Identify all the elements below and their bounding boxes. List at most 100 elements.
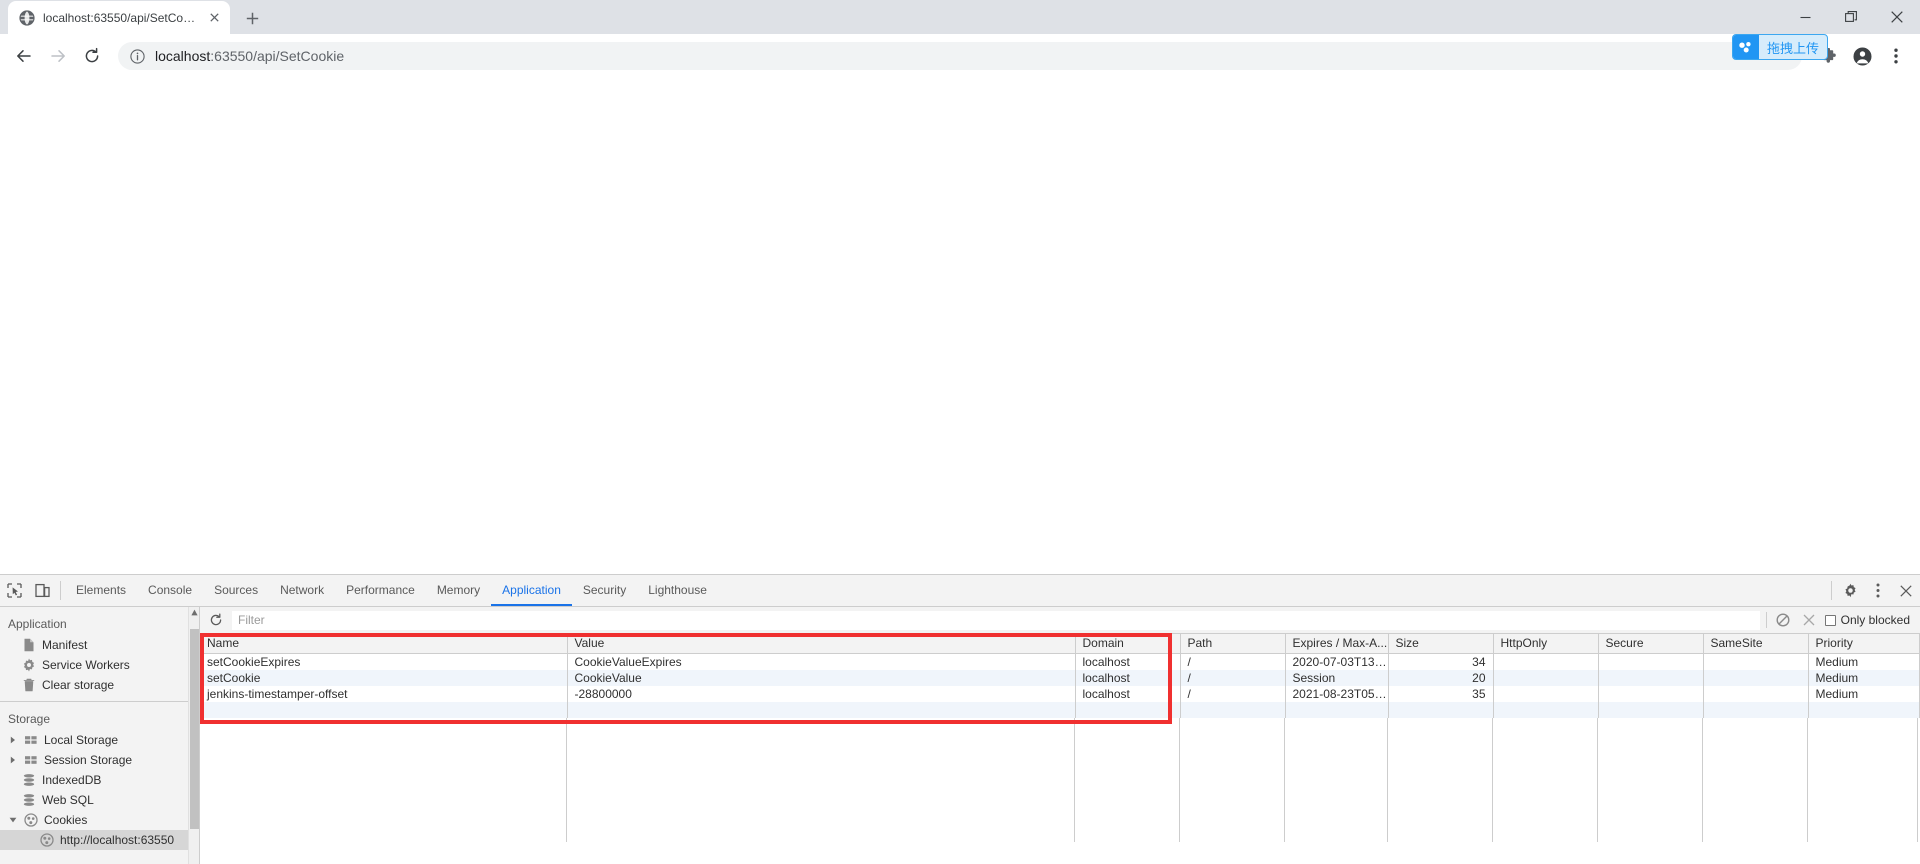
window-minimize-button[interactable] (1782, 0, 1828, 34)
cell-httponly (1493, 669, 1599, 686)
url-path: :63550/api/SetCookie (210, 48, 345, 64)
cell-secure (1598, 653, 1704, 670)
column-header-priority[interactable]: Priority (1808, 634, 1920, 654)
table-row[interactable]: jenkins-timestamper-offset -28800000 loc… (200, 685, 1920, 702)
restore-icon (1845, 11, 1857, 22)
sidebar-item-label: IndexedDB (42, 773, 102, 787)
column-header-name[interactable]: Name (200, 634, 568, 654)
sidebar-item-local-storage[interactable]: Local Storage (0, 730, 188, 750)
devtools-tab-sources[interactable]: Sources (203, 575, 269, 606)
sidebar-divider (0, 701, 188, 702)
refresh-button[interactable] (206, 610, 226, 630)
toolbar-divider (60, 581, 61, 600)
devtools-settings-button[interactable] (1836, 575, 1864, 606)
browser-menu-button[interactable] (1880, 40, 1912, 72)
table-row[interactable]: setCookie CookieValue localhost / Sessio… (200, 669, 1920, 686)
kebab-menu-icon (1894, 48, 1898, 64)
column-header-domain[interactable]: Domain (1075, 634, 1181, 654)
column-header-size[interactable]: Size (1388, 634, 1494, 654)
devtools-tab-network[interactable]: Network (269, 575, 335, 606)
cell-name: setCookieExpires (200, 653, 568, 670)
devtools-tab-lighthouse[interactable]: Lighthouse (637, 575, 718, 606)
forward-button[interactable] (42, 40, 74, 72)
cookies-filter-input[interactable] (232, 610, 1760, 630)
cookies-pane: Only blocked Name Value (200, 607, 1920, 864)
column-header-httponly[interactable]: HttpOnly (1493, 634, 1599, 654)
sidebar-item-session-storage[interactable]: Session Storage (0, 750, 188, 770)
sidebar-item-cookie-origin[interactable]: http://localhost:63550 (0, 830, 188, 850)
sidebar-item-manifest[interactable]: Manifest (0, 635, 188, 655)
cell-path: / (1180, 653, 1286, 670)
profile-button[interactable] (1846, 40, 1878, 72)
devtools-tab-security[interactable]: Security (572, 575, 637, 606)
checkbox-box[interactable] (1824, 614, 1836, 626)
scroll-up-arrow-icon[interactable] (191, 609, 198, 616)
devtools-tab-bar: Elements Console Sources Network Perform… (0, 575, 1920, 607)
devtools-body: Application Manifest Service Workers Cle… (0, 607, 1920, 864)
tab-label: Elements (76, 582, 127, 597)
devtools-close-button[interactable] (1892, 575, 1920, 606)
devtools-more-button[interactable] (1864, 575, 1892, 606)
devtools-tab-elements[interactable]: Elements (65, 575, 137, 606)
address-bar[interactable]: localhost:63550/api/SetCookie (118, 42, 1802, 70)
chevron-right-icon[interactable] (8, 736, 18, 744)
cell-name: jenkins-timestamper-offset (200, 685, 568, 702)
browser-tab[interactable]: localhost:63550/api/SetCookie (8, 1, 230, 34)
sidebar-item-clear-storage[interactable]: Clear storage (0, 675, 188, 695)
cell-size: 34 (1388, 653, 1494, 670)
plus-icon (246, 12, 258, 24)
column-header-value[interactable]: Value (567, 634, 1076, 654)
delete-selected-cookie-button[interactable] (1799, 610, 1819, 630)
cell-secure (1598, 685, 1704, 702)
avatar-icon (1853, 47, 1871, 65)
window-close-button[interactable] (1874, 0, 1920, 34)
devtools-tab-application[interactable]: Application (491, 575, 572, 606)
back-button[interactable] (8, 40, 40, 72)
scrollbar-thumb[interactable] (190, 629, 199, 829)
sidebar-item-label: http://localhost:63550 (60, 833, 175, 847)
column-header-expires[interactable]: Expires / Max-A... (1285, 634, 1389, 654)
chevron-right-icon[interactable] (8, 756, 18, 764)
sidebar-item-web-sql[interactable]: Web SQL (0, 790, 188, 810)
device-toolbar-button[interactable] (28, 575, 56, 606)
cell-path: / (1180, 669, 1286, 686)
sidebar-item-label: Local Storage (44, 733, 119, 747)
tab-label: Network (280, 582, 325, 597)
only-blocked-checkbox[interactable]: Only blocked (1824, 613, 1914, 627)
tab-close-icon[interactable] (206, 10, 222, 26)
info-circle-icon[interactable] (130, 48, 145, 64)
devtools-tab-console[interactable]: Console (137, 575, 203, 606)
cell-priority: Medium (1808, 653, 1920, 670)
column-header-samesite[interactable]: SameSite (1703, 634, 1809, 654)
new-tab-button[interactable] (238, 4, 266, 32)
forward-arrow-icon (51, 50, 65, 62)
cell-priority: Medium (1808, 685, 1920, 702)
gear-icon (23, 658, 35, 672)
cell-samesite (1703, 653, 1809, 670)
extension-upload-badge[interactable]: 拖拽上传 (1731, 34, 1828, 60)
sidebar-scroll-area: Application Manifest Service Workers Cle… (0, 607, 188, 864)
clear-all-cookies-button[interactable] (1773, 610, 1793, 630)
reload-button[interactable] (76, 40, 108, 72)
devtools-tab-memory[interactable]: Memory (426, 575, 491, 606)
sidebar-item-cookies[interactable]: Cookies (0, 810, 188, 830)
sidebar-item-label: Web SQL (42, 793, 94, 807)
sidebar-scrollbar[interactable] (188, 607, 199, 864)
table-row[interactable]: setCookieExpires CookieValueExpires loca… (200, 653, 1920, 670)
sidebar-item-indexeddb[interactable]: IndexedDB (0, 770, 188, 790)
cookie-icon (24, 813, 38, 827)
cookies-table-container[interactable]: Name Value Domain Path Expires / Max-A..… (200, 634, 1920, 864)
sidebar-item-service-workers[interactable]: Service Workers (0, 655, 188, 675)
inspect-element-button[interactable] (0, 575, 28, 606)
table-grid-icon (25, 736, 37, 744)
devtools-tab-performance[interactable]: Performance (335, 575, 426, 606)
chevron-down-icon[interactable] (8, 817, 18, 823)
window-maximize-button[interactable] (1828, 0, 1874, 34)
column-header-secure[interactable]: Secure (1598, 634, 1704, 654)
tab-label: Security (582, 582, 627, 597)
sidebar-item-label: Session Storage (44, 753, 133, 767)
url-host: localhost (155, 48, 211, 64)
globe-icon (19, 9, 35, 26)
column-header-path[interactable]: Path (1180, 634, 1286, 654)
cell-domain: localhost (1075, 685, 1181, 702)
